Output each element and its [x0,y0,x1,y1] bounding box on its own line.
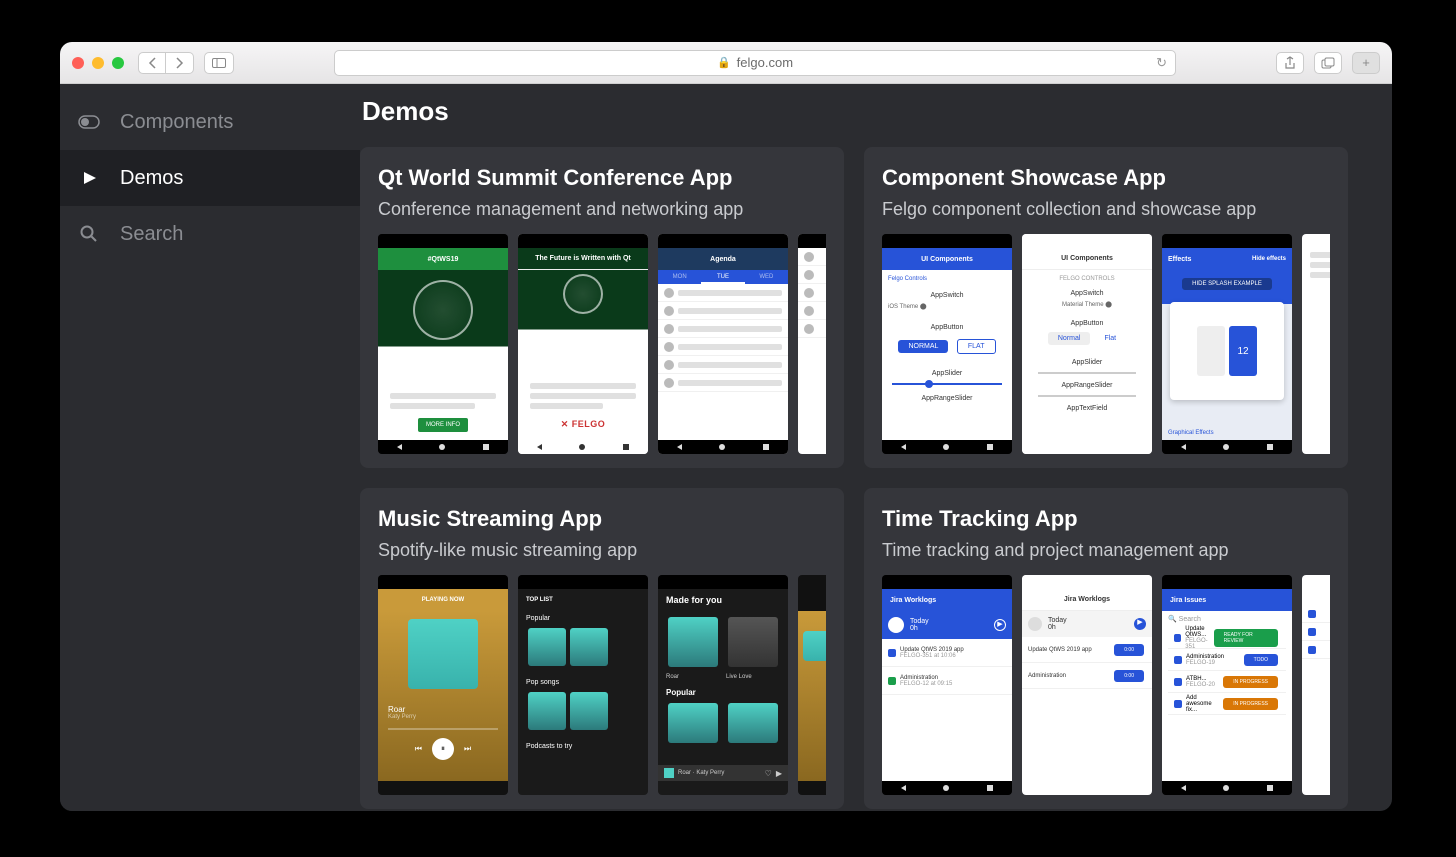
play-icon [78,170,100,186]
chevron-left-icon [148,57,156,69]
thumbnail-partial [1302,234,1330,454]
nav-buttons [138,52,194,74]
thumbnail: Jira Issues 🔍 Search Update QtWS...FELGO… [1162,575,1292,795]
demo-thumbnails: PLAYING NOW Roar Katy Perry ⏮ ⏸ ⏭ [378,575,826,795]
sidebar-item-components[interactable]: Components [60,94,360,150]
tabs-button[interactable] [1314,52,1342,74]
close-window-button[interactable] [72,57,84,69]
titlebar: 🔒 felgo.com ↻ + [60,42,1392,84]
demo-title: Time Tracking App [882,506,1330,532]
share-button[interactable] [1276,52,1304,74]
thumbnail: UI Components Felgo Controls AppSwitch i… [882,234,1012,454]
safari-window: 🔒 felgo.com ↻ + Components [60,42,1392,811]
demo-thumbnails: #QtWS19 MORE INFO [378,234,826,454]
main-area: Demos Qt World Summit Conference App Con… [360,84,1392,811]
search-icon [78,225,100,243]
sidebar-icon [212,58,226,68]
sidebar-item-label: Search [120,223,183,246]
lock-icon: 🔒 [717,56,731,69]
demo-title: Qt World Summit Conference App [378,165,826,191]
thumbnail-partial [798,575,826,795]
thumbnail: #QtWS19 MORE INFO [378,234,508,454]
toolbar-right: + [1276,52,1380,74]
demo-card-time-tracking[interactable]: Time Tracking App Time tracking and proj… [864,488,1348,809]
thumbnail-partial [798,234,826,454]
thumbnail: PLAYING NOW Roar Katy Perry ⏮ ⏸ ⏭ [378,575,508,795]
sidebar-item-demos[interactable]: Demos [60,150,360,206]
page-title: Demos [360,96,1392,147]
demo-thumbnails: Jira Worklogs Today0h ▶ Update QtWS 2019… [882,575,1330,795]
demo-card-qt-world-summit[interactable]: Qt World Summit Conference App Conferenc… [360,147,844,468]
thumbnail: UI Components FELGO CONTROLS AppSwitch M… [1022,234,1152,454]
traffic-lights [72,57,124,69]
demo-thumbnails: UI Components Felgo Controls AppSwitch i… [882,234,1330,454]
thumbnail: Made for you Roar Live Love Popular Roar… [658,575,788,795]
share-icon [1284,56,1296,70]
minimize-window-button[interactable] [92,57,104,69]
demo-card-component-showcase[interactable]: Component Showcase App Felgo component c… [864,147,1348,468]
sidebar-toggle-button[interactable] [204,52,234,74]
tabs-icon [1321,57,1335,69]
demo-subtitle: Spotify-like music streaming app [378,540,826,561]
thumbnail: Agenda MONTUEWED [658,234,788,454]
zoom-window-button[interactable] [112,57,124,69]
demo-subtitle: Time tracking and project management app [882,540,1330,561]
demo-title: Music Streaming App [378,506,826,532]
content: Components Demos Search Demos Qt [60,84,1392,811]
toggle-icon [78,115,100,129]
thumbnail: Jira Worklogs Today0h ▶ Update QtWS 2019… [1022,575,1152,795]
reload-button[interactable]: ↻ [1156,55,1167,71]
thumbnail-partial [1302,575,1330,795]
sidebar-item-label: Components [120,111,233,134]
demo-card-music-streaming[interactable]: Music Streaming App Spotify-like music s… [360,488,844,809]
demo-grid: Qt World Summit Conference App Conferenc… [360,147,1392,809]
forward-button[interactable] [166,52,194,74]
demo-subtitle: Felgo component collection and showcase … [882,199,1330,220]
sidebar-item-label: Demos [120,167,183,190]
thumbnail: Jira Worklogs Today0h ▶ Update QtWS 2019… [882,575,1012,795]
url-text: felgo.com [737,55,793,70]
chevron-right-icon [176,57,184,69]
app-sidebar: Components Demos Search [60,84,360,811]
demo-subtitle: Conference management and networking app [378,199,826,220]
sidebar-item-search[interactable]: Search [60,206,360,262]
thumbnail: The Future is Written with Qt ✕ FELGO [518,234,648,454]
new-tab-button[interactable]: + [1352,52,1380,74]
thumbnail: EffectsHide effects HIDE SPLASH EXAMPLE … [1162,234,1292,454]
demo-title: Component Showcase App [882,165,1330,191]
address-bar[interactable]: 🔒 felgo.com ↻ [334,50,1176,76]
back-button[interactable] [138,52,166,74]
thumbnail: TOP LIST Popular Pop songs Podcasts to t… [518,575,648,795]
